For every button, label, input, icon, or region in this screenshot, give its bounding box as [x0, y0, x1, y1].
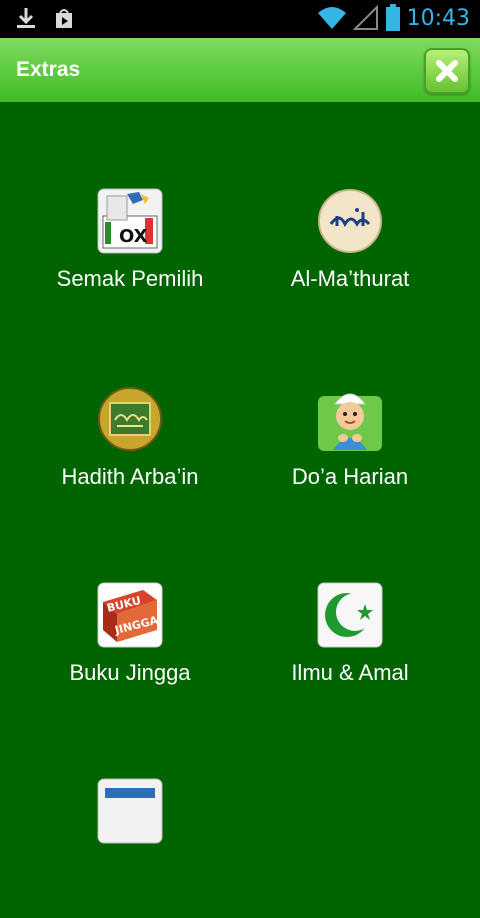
- buku-jingga-icon: BUKU JINGGA: [97, 582, 163, 648]
- menu-item-label: Al-Ma’thurat: [290, 266, 410, 291]
- menu-item-label: Hadith Arba’in: [61, 464, 199, 489]
- hadith-icon: [98, 387, 162, 451]
- menu-item-label: Ilmu & Amal: [291, 660, 409, 685]
- partial-icon: [97, 778, 163, 844]
- svg-text:OX: OX: [119, 226, 148, 247]
- menu-item-buku-jingga[interactable]: BUKU JINGGA Buku Jingga: [20, 582, 240, 722]
- menu-item-label: Semak Pemilih: [56, 266, 204, 291]
- status-bar: 10:43: [0, 0, 480, 38]
- status-left-icons: [14, 6, 76, 30]
- battery-icon: [385, 4, 400, 31]
- menu-item-al-mathurat[interactable]: Al-Ma’thurat: [240, 188, 460, 328]
- wifi-icon: [317, 7, 346, 29]
- doa-boy-icon: [318, 393, 382, 451]
- menu-item-label: Do’a Harian: [291, 464, 409, 489]
- crescent-star-icon: [317, 582, 383, 648]
- close-icon: [436, 60, 458, 82]
- menu-item-label: Buku Jingga: [69, 660, 191, 685]
- play-store-icon: [56, 9, 72, 28]
- status-right: 10:43: [317, 4, 470, 32]
- close-button[interactable]: [424, 48, 470, 94]
- menu-item-hadith-arbain[interactable]: Hadith Arba’in: [20, 386, 240, 526]
- ballot-box-icon: OX: [97, 188, 163, 254]
- status-time: 10:43: [406, 5, 470, 31]
- download-icon: [17, 8, 35, 28]
- action-bar: Extras: [0, 38, 480, 102]
- menu-item-ilmu-amal[interactable]: Ilmu & Amal: [240, 582, 460, 722]
- menu-item-semak-pemilih[interactable]: OX Semak Pemilih: [20, 188, 240, 328]
- signal-icon: [352, 5, 378, 30]
- menu-item-partial[interactable]: [20, 778, 240, 918]
- page-title: Extras: [16, 58, 81, 81]
- menu-item-doa-harian[interactable]: Do’a Harian: [240, 386, 460, 526]
- mathurat-icon: [318, 189, 382, 253]
- extras-grid: OX Semak Pemilih Al-Ma’thurat Hadith Arb…: [0, 102, 480, 844]
